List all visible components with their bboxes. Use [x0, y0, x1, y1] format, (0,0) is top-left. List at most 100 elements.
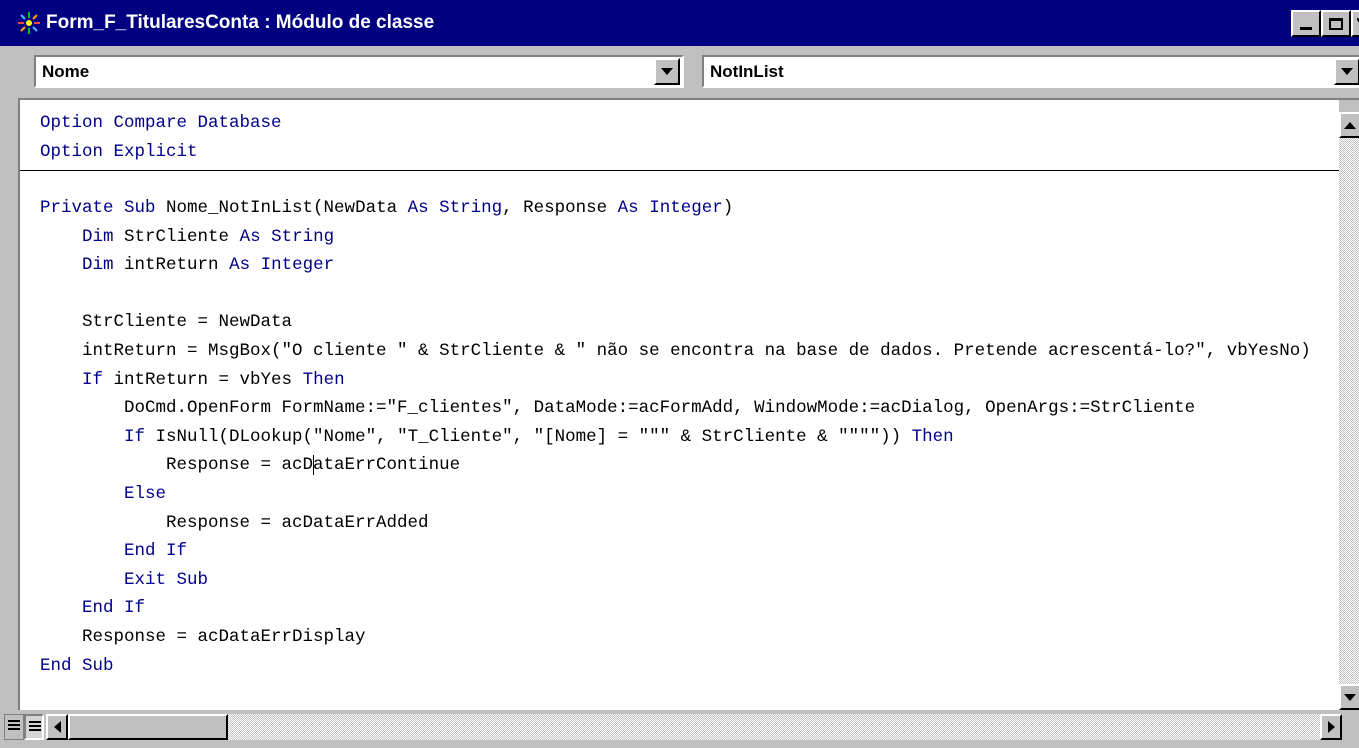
title-bar[interactable]: Form_F_TitularesConta : Módulo de classe	[0, 0, 1359, 46]
code-text: intReturn	[113, 255, 230, 276]
procedure-combo-dropdown-button[interactable]	[1334, 58, 1359, 85]
maximize-icon	[1329, 17, 1343, 30]
object-combo-dropdown-button[interactable]	[654, 58, 680, 85]
scroll-down-button[interactable]	[1339, 684, 1359, 710]
close-button[interactable]	[1351, 10, 1359, 37]
code-keyword: If	[82, 369, 104, 390]
code-line[interactable]: End If	[40, 537, 187, 565]
code-text: IsNull(DLookup("Nome", "T_Cliente", "[No…	[145, 426, 912, 447]
code-line[interactable]: Response = acDataErrContinue	[40, 451, 460, 479]
code-keyword: String	[439, 198, 503, 218]
code-keyword: Dim	[82, 226, 114, 247]
code-keyword: End If	[82, 598, 146, 619]
arrow-left-icon	[53, 721, 61, 733]
code-line[interactable]: Response = acDataErrDisplay	[40, 623, 366, 651]
code-text: DoCmd.OpenForm FormName:="F_clientes", D…	[40, 398, 1196, 419]
code-line[interactable]: Private Sub Nome_NotInList(NewData As St…	[40, 194, 733, 222]
code-keyword: End Sub	[40, 655, 114, 676]
arrow-up-icon	[1344, 121, 1356, 129]
maximize-button[interactable]	[1321, 10, 1351, 37]
code-line[interactable]: Dim intReturn As Integer	[40, 251, 334, 279]
code-line[interactable]: Else	[40, 480, 166, 508]
procedure-view-button[interactable]	[4, 714, 24, 740]
minimize-button[interactable]	[1291, 10, 1321, 37]
combo-bar: Nome NotInList	[0, 46, 1359, 98]
minimize-icon	[1300, 27, 1312, 30]
code-keyword: Integer	[260, 255, 335, 276]
code-keyword: As	[239, 226, 261, 247]
arrow-right-icon	[1327, 721, 1335, 733]
code-keyword: As	[617, 198, 639, 218]
code-text: StrCliente = NewData	[40, 312, 293, 333]
code-keyword: Option Explicit	[40, 141, 198, 162]
declarations-separator	[20, 170, 1339, 171]
code-keyword: Dim	[82, 255, 114, 276]
chevron-down-icon	[1341, 68, 1353, 75]
procedure-combo-value: NotInList	[710, 62, 784, 81]
full-module-view-button[interactable]	[24, 714, 44, 740]
scroll-left-button[interactable]	[46, 714, 68, 740]
code-text: Nome_NotInList(NewData	[155, 198, 408, 218]
code-text: Response = acD	[40, 455, 314, 476]
code-text: )	[722, 198, 734, 218]
code-line[interactable]: Response = acDataErrAdded	[40, 509, 429, 537]
code-window: Form_F_TitularesConta : Módulo de classe…	[0, 0, 1359, 748]
code-text: intReturn = MsgBox("O cliente " & StrCli…	[40, 341, 1311, 361]
code-line[interactable]: Exit Sub	[40, 566, 208, 594]
code-text: ataErrContinue	[313, 455, 461, 476]
code-keyword: End If	[124, 541, 188, 562]
window-title: Form_F_TitularesConta : Módulo de classe	[46, 12, 435, 33]
code-keyword: Else	[124, 484, 167, 504]
code-line[interactable]: Dim StrCliente As String	[40, 223, 334, 251]
code-keyword: Option Compare Database	[40, 113, 282, 133]
code-keyword: Then	[911, 426, 954, 447]
code-keyword: Integer	[649, 198, 723, 218]
code-keyword: String	[271, 226, 335, 247]
vertical-scrollbar[interactable]	[1339, 100, 1359, 710]
code-line[interactable]: End If	[40, 594, 145, 622]
code-keyword: Exit Sub	[124, 569, 209, 590]
code-keyword: As	[229, 255, 251, 276]
scroll-right-button[interactable]	[1320, 714, 1342, 740]
bottom-bar	[0, 710, 1359, 748]
declaration-line[interactable]: Option Explicit	[40, 138, 198, 166]
procedure-view-icon	[8, 720, 20, 732]
code-keyword: Then	[302, 369, 345, 390]
code-line[interactable]: intReturn = MsgBox("O cliente " & StrCli…	[40, 337, 1311, 365]
code-line[interactable]: DoCmd.OpenForm FormName:="F_clientes", D…	[40, 394, 1195, 422]
scroll-up-button[interactable]	[1339, 112, 1359, 138]
code-line[interactable]: If intReturn = vbYes Then	[40, 366, 345, 394]
horizontal-scrollbar[interactable]	[46, 714, 1342, 740]
code-text: intReturn = vbYes	[103, 369, 303, 390]
procedure-combo[interactable]: NotInList	[702, 55, 1359, 88]
code-text: Response = acDataErrDisplay	[40, 627, 366, 647]
module-icon	[18, 12, 40, 34]
full-module-view-icon	[29, 721, 41, 733]
code-keyword: As	[407, 198, 429, 218]
code-line[interactable]: If IsNull(DLookup("Nome", "T_Cliente", "…	[40, 423, 954, 451]
code-line[interactable]: End Sub	[40, 652, 114, 680]
object-combo-value: Nome	[42, 62, 90, 81]
object-combo[interactable]: Nome	[34, 55, 684, 88]
declaration-line[interactable]: Option Compare Database	[40, 109, 282, 137]
code-text: Response = acDataErrAdded	[40, 512, 429, 533]
horizontal-scroll-thumb[interactable]	[68, 714, 228, 740]
code-text: , Response	[502, 198, 618, 218]
code-editor[interactable]: Option Compare Database Option Explicit Pr…	[18, 98, 1359, 710]
chevron-down-icon	[661, 68, 673, 75]
code-line[interactable]: StrCliente = NewData	[40, 308, 292, 336]
code-area[interactable]: Option Compare Database Option Explicit Pr…	[20, 100, 1339, 710]
code-keyword: If	[124, 426, 146, 447]
